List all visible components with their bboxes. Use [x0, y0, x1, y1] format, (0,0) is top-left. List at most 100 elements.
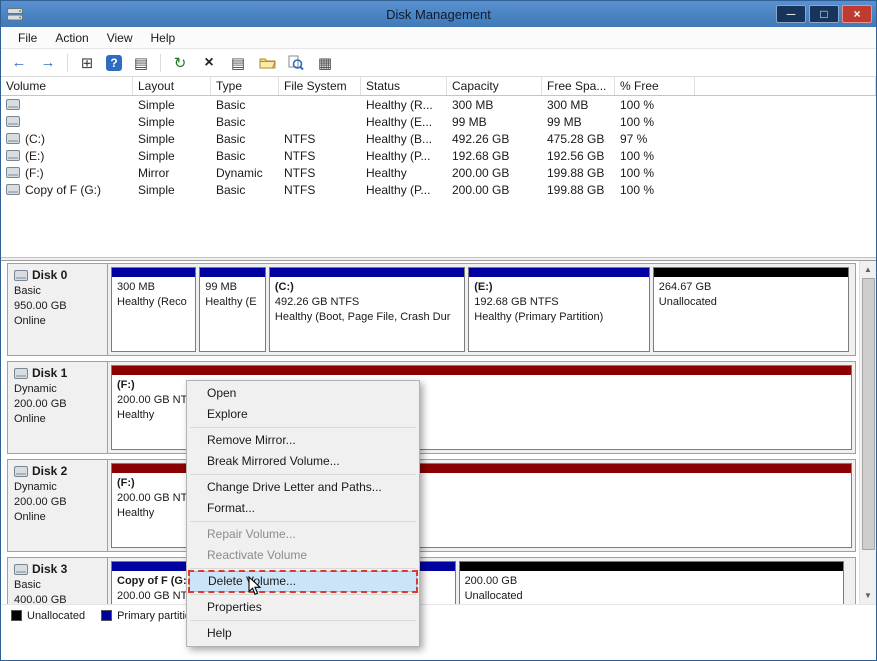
cell-free-space: 199.88 GB: [547, 182, 605, 197]
disk-name: Disk 1: [32, 366, 68, 380]
disk-2-label[interactable]: Disk 2 Dynamic 200.00 GB Online: [8, 460, 108, 551]
help-icon[interactable]: ?: [106, 54, 122, 71]
disk-0-label[interactable]: Disk 0 Basic 950.00 GB Online: [8, 264, 108, 355]
column-header-volume[interactable]: Volume: [1, 77, 133, 95]
cell-status: Healthy (P...: [366, 148, 431, 163]
column-header-file-system[interactable]: File System: [279, 77, 361, 95]
partition-status: Healthy (Boot, Page File, Crash Dur: [274, 311, 451, 323]
column-header-capacity[interactable]: Capacity: [447, 77, 542, 95]
partition[interactable]: 99 MB Healthy (E: [199, 267, 266, 352]
menu-item-format[interactable]: Format...: [189, 498, 417, 519]
cell-file-system: NTFS: [284, 148, 316, 163]
unallocated-region[interactable]: 200.00 GB Unallocated: [458, 561, 844, 604]
toolbar: ← → ⊞ ? ▤ ↻ × ▤ ▦: [1, 49, 876, 77]
partition-status: Healthy (Primary Partition): [474, 311, 604, 323]
scrollbar-thumb[interactable]: [861, 278, 875, 550]
delete-icon[interactable]: ×: [199, 53, 219, 73]
graphical-view: Disk 0 Basic 950.00 GB Online 300 MB Hea…: [1, 261, 876, 604]
volume-icon: [6, 150, 20, 161]
legend-primary-partition: Primary partition: [101, 610, 197, 622]
menu-item-repair-volume: Repair Volume...: [207, 527, 296, 541]
menu-separator: [190, 568, 416, 569]
volume-list: Volume Layout Type File System Status Ca…: [1, 77, 876, 257]
menu-file[interactable]: File: [9, 29, 46, 47]
menu-item-properties[interactable]: Properties: [189, 597, 417, 618]
close-button[interactable]: ×: [842, 5, 872, 23]
table-row[interactable]: Copy of F (G:) Simple Basic NTFS Healthy…: [1, 181, 876, 198]
column-header-status[interactable]: Status: [361, 77, 447, 95]
forward-icon[interactable]: →: [38, 53, 58, 73]
table-row[interactable]: (F:) Mirror Dynamic NTFS Healthy 200.00 …: [1, 164, 876, 181]
menu-view[interactable]: View: [98, 29, 142, 47]
disk-size: 400.00 GB: [14, 594, 67, 604]
disk-name: Disk 0: [32, 268, 68, 282]
minimize-button[interactable]: ─: [776, 5, 806, 23]
table-row[interactable]: Simple Basic Healthy (R... 300 MB 300 MB…: [1, 96, 876, 113]
cell-status: Healthy (B...: [366, 131, 433, 146]
open-folder-icon[interactable]: [257, 53, 277, 73]
cell-type: Basic: [216, 97, 246, 112]
disk-type: Dynamic: [14, 383, 57, 395]
partition-size: 264.67 GB: [658, 281, 712, 293]
primary-partition-swatch: [101, 610, 113, 621]
menu-help[interactable]: Help: [142, 29, 185, 47]
partition[interactable]: (E:) 192.68 GB NTFS Healthy (Primary Par…: [468, 267, 650, 352]
menu-item-open[interactable]: Open: [189, 383, 417, 404]
volume-icon: [6, 99, 20, 110]
table-row[interactable]: (E:) Simple Basic NTFS Healthy (P... 192…: [1, 147, 876, 164]
cell-type: Basic: [216, 148, 246, 163]
legend-unallocated: Unallocated: [11, 610, 85, 622]
cell-layout: Mirror: [138, 165, 170, 180]
unallocated-strip: [653, 268, 849, 277]
table-row[interactable]: Simple Basic Healthy (E... 99 MB 99 MB 1…: [1, 113, 876, 130]
menu-action[interactable]: Action: [46, 29, 97, 47]
column-header-layout[interactable]: Layout: [133, 77, 211, 95]
volume-name: Copy of F (G:): [25, 182, 102, 197]
menu-separator: [190, 474, 416, 475]
legend-bar: Unallocated Primary partition: [1, 604, 876, 626]
properties-icon[interactable]: ▤: [228, 53, 248, 73]
menu-item-help[interactable]: Help: [189, 623, 417, 644]
menu-item-explore[interactable]: Explore: [189, 404, 417, 425]
volume-name: (F:): [25, 165, 44, 180]
disk-3-label[interactable]: Disk 3 Basic 400.00 GB Online: [8, 558, 108, 604]
disk-type: Dynamic: [14, 481, 57, 493]
column-header-type[interactable]: Type: [211, 77, 279, 95]
scroll-down-icon[interactable]: ▼: [860, 587, 877, 604]
disk-management-window: Disk Management ─ □ × File Action View H…: [0, 0, 877, 661]
back-icon[interactable]: ←: [9, 53, 29, 73]
toolbar-separator: [160, 53, 161, 72]
window-title: Disk Management: [386, 6, 491, 22]
cell-type: Basic: [216, 182, 246, 197]
partition[interactable]: (C:) 492.26 GB NTFS Healthy (Boot, Page …: [268, 267, 466, 352]
vertical-scrollbar[interactable]: ▲ ▼: [859, 261, 876, 604]
console-tree-icon[interactable]: ⊞: [77, 53, 97, 73]
views-icon[interactable]: ▦: [315, 53, 335, 73]
table-row[interactable]: (C:) Simple Basic NTFS Healthy (B... 492…: [1, 130, 876, 147]
menu-separator: [190, 620, 416, 621]
menu-item-delete-volume[interactable]: Delete Volume...: [188, 570, 418, 593]
unallocated-region[interactable]: 264.67 GB Unallocated: [652, 267, 850, 352]
search-icon[interactable]: [286, 53, 306, 73]
menu-item-change-drive-letter[interactable]: Change Drive Letter and Paths...: [189, 477, 417, 498]
column-header-free-space[interactable]: Free Spa...: [542, 77, 615, 95]
status-area: [1, 626, 876, 660]
maximize-button[interactable]: □: [809, 5, 839, 23]
window-controls: ─ □ ×: [776, 5, 872, 23]
volume-icon: [6, 167, 20, 178]
partition-status: Healthy (Reco: [117, 296, 187, 308]
volume-context-menu: Open Explore Remove Mirror... Break Mirr…: [186, 380, 420, 647]
menu-item-break-mirrored-volume[interactable]: Break Mirrored Volume...: [189, 451, 417, 472]
cell-pct-free: 97 %: [620, 131, 648, 146]
refresh-icon[interactable]: ↻: [170, 53, 190, 73]
menu-item-remove-mirror[interactable]: Remove Mirror...: [189, 430, 417, 451]
column-header-pct-free[interactable]: % Free: [615, 77, 695, 95]
menubar: File Action View Help: [1, 27, 876, 49]
partition[interactable]: 300 MB Healthy (Reco: [111, 267, 197, 352]
disk-1-label[interactable]: Disk 1 Dynamic 200.00 GB Online: [8, 362, 108, 453]
scroll-up-icon[interactable]: ▲: [860, 261, 877, 278]
cell-pct-free: 100 %: [620, 97, 655, 112]
menu-separator: [190, 594, 416, 595]
disk-size: 200.00 GB: [14, 398, 67, 410]
export-list-icon[interactable]: ▤: [131, 53, 151, 73]
